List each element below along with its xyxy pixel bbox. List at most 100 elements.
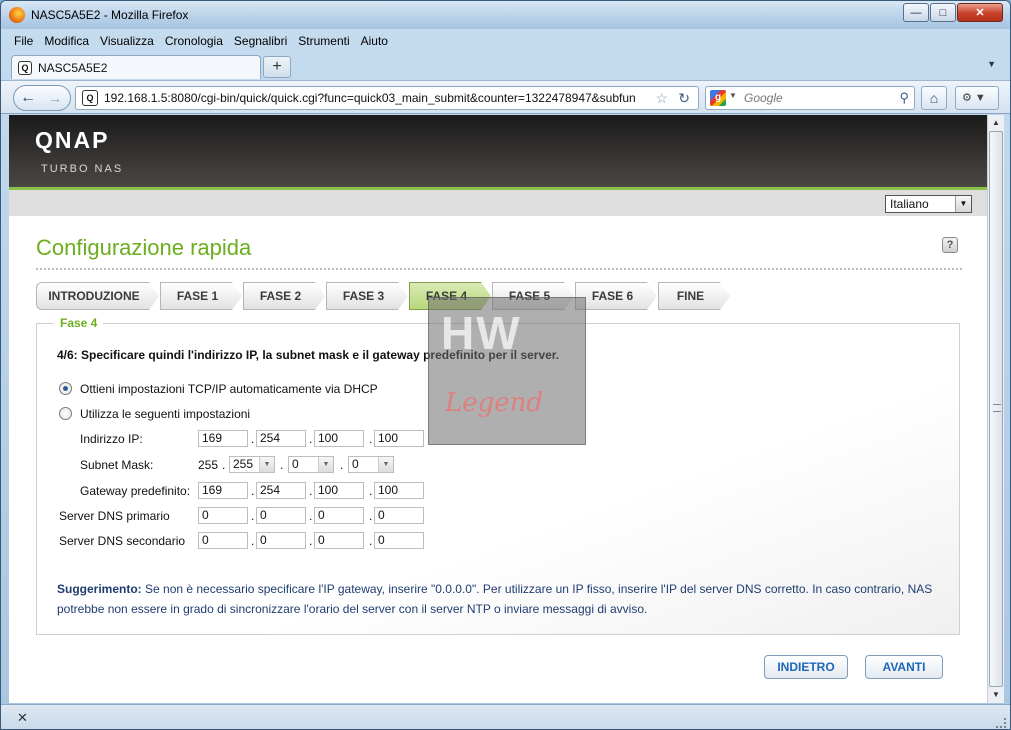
- radio-static-label[interactable]: Utilizza le seguenti impostazioni: [80, 407, 250, 421]
- forward-button[interactable]: →: [42, 90, 68, 106]
- reload-icon[interactable]: ↻: [678, 90, 690, 107]
- close-button[interactable]: ✕: [957, 3, 1003, 22]
- gateway-octet-1[interactable]: 169: [198, 482, 248, 499]
- dns-primary-octet-1[interactable]: 0: [198, 507, 248, 524]
- dns-secondary-octet-3[interactable]: 0: [314, 532, 364, 549]
- back-button-wizard[interactable]: INDIETRO: [764, 655, 848, 679]
- step-fase-3[interactable]: FASE 3: [326, 282, 408, 310]
- step-introduzione[interactable]: INTRODUZIONE: [36, 282, 159, 310]
- ip-octet-1[interactable]: 169: [198, 430, 248, 447]
- browser-window: NASC5A5E2 - Mozilla Firefox — □ ✕ File M…: [0, 0, 1011, 730]
- back-button[interactable]: ←: [14, 89, 42, 107]
- url-text[interactable]: 192.168.1.5:8080/cgi-bin/quick/quick.cgi…: [104, 91, 644, 105]
- step-label: FASE 6: [591, 289, 634, 303]
- navigation-bar: ← → Q 192.168.1.5:8080/cgi-bin/quick/qui…: [1, 80, 1010, 114]
- search-icon[interactable]: ⚲: [899, 90, 909, 106]
- minimize-button[interactable]: —: [903, 3, 929, 22]
- resize-grip-icon[interactable]: [996, 718, 1006, 728]
- site-identity-icon[interactable]: Q: [82, 90, 98, 106]
- grip-icon: [993, 404, 1001, 412]
- scroll-thumb[interactable]: [989, 131, 1003, 687]
- chevron-down-icon: ▼: [259, 457, 274, 472]
- chevron-down-icon[interactable]: ▼: [955, 196, 971, 212]
- dot-separator: .: [340, 458, 344, 472]
- ip-octet-3[interactable]: 100: [314, 430, 364, 447]
- dns-primary-octet-2[interactable]: 0: [256, 507, 306, 524]
- radio-static[interactable]: [59, 407, 72, 420]
- dot-separator: .: [280, 458, 284, 472]
- dns-primary-octet-4[interactable]: 0: [374, 507, 424, 524]
- watermark-top-text: HW: [441, 307, 522, 359]
- step-label: FINE: [676, 289, 705, 303]
- maximize-button[interactable]: □: [930, 3, 956, 22]
- forward-arrow-icon: →: [48, 90, 62, 106]
- home-button[interactable]: ⌂: [921, 86, 947, 110]
- back-arrow-icon: ←: [20, 89, 36, 106]
- gateway-label: Gateway predefinito:: [80, 484, 191, 498]
- search-bar[interactable]: g ▼ Google ⚲: [705, 86, 915, 110]
- mask-octet-4-value: 0: [352, 457, 359, 471]
- dns-primary-octet-3[interactable]: 0: [314, 507, 364, 524]
- wizard-steps: INTRODUZIONE FASE 1 FASE 2 FASE 3 FASE 4…: [36, 282, 731, 310]
- dns-secondary-octet-1[interactable]: 0: [198, 532, 248, 549]
- qnap-header: QNAP TURBO NAS: [9, 115, 987, 187]
- browser-tab[interactable]: Q NASC5A5E2: [11, 55, 261, 79]
- ip-octet-4[interactable]: 100: [374, 430, 424, 447]
- tab-list-arrow-icon[interactable]: ▼: [987, 59, 996, 69]
- scroll-down-icon[interactable]: ▼: [988, 687, 1004, 703]
- language-select[interactable]: Italiano ▼: [885, 195, 972, 213]
- help-icon[interactable]: ?: [942, 237, 958, 253]
- step-label: FASE 2: [259, 289, 302, 303]
- gateway-octet-4[interactable]: 100: [374, 482, 424, 499]
- step-fase-6[interactable]: FASE 6: [575, 282, 657, 310]
- search-engine-dropdown-icon[interactable]: ▼: [729, 91, 737, 100]
- close-icon[interactable]: ✕: [17, 710, 28, 726]
- menu-strumenti[interactable]: Strumenti: [293, 31, 355, 51]
- next-button[interactable]: AVANTI: [865, 655, 943, 679]
- minimize-icon: —: [910, 6, 922, 19]
- dns-secondary-octet-4[interactable]: 0: [374, 532, 424, 549]
- menu-cronologia[interactable]: Cronologia: [160, 31, 229, 51]
- scroll-up-icon[interactable]: ▲: [988, 115, 1004, 131]
- language-bar: Italiano ▼: [9, 190, 987, 216]
- step-fase-1[interactable]: FASE 1: [160, 282, 242, 310]
- gateway-octet-2[interactable]: 254: [256, 482, 306, 499]
- radio-dhcp-label[interactable]: Ottieni impostazioni TCP/IP automaticame…: [80, 382, 378, 396]
- close-icon: ✕: [975, 7, 985, 19]
- menu-visualizza[interactable]: Visualizza: [95, 31, 160, 51]
- mask-octet-4-select[interactable]: 0 ▼: [348, 456, 394, 473]
- step-fine[interactable]: FINE: [658, 282, 730, 310]
- tip-text: Suggerimento: Se non è necessario specif…: [57, 579, 937, 619]
- gateway-octet-3[interactable]: 100: [314, 482, 364, 499]
- tab-strip: Q NASC5A5E2 + ▼: [1, 53, 1010, 79]
- menu-aiuto[interactable]: Aiuto: [356, 31, 394, 51]
- status-bar: ✕: [1, 704, 1010, 729]
- bookmark-star-icon[interactable]: ☆: [655, 90, 668, 107]
- menu-modifica[interactable]: Modifica: [39, 31, 95, 51]
- ip-octet-2[interactable]: 254: [256, 430, 306, 447]
- addon-icon: ⚙ ▼: [962, 92, 986, 104]
- new-tab-button[interactable]: +: [263, 56, 291, 78]
- dot-separator: .: [369, 484, 373, 498]
- url-bar[interactable]: Q 192.168.1.5:8080/cgi-bin/quick/quick.c…: [75, 86, 699, 110]
- menu-segnalibri[interactable]: Segnalibri: [229, 31, 293, 51]
- vertical-scrollbar[interactable]: ▲ ▼: [987, 115, 1004, 703]
- dot-separator: .: [251, 509, 255, 523]
- mask-octet-3-select[interactable]: 0 ▼: [288, 456, 334, 473]
- dot-separator: .: [222, 458, 226, 472]
- firefox-icon: [9, 7, 25, 23]
- watermark-logo: HW Legend: [428, 297, 586, 445]
- home-icon: ⌂: [929, 90, 939, 106]
- tip-body: Se non è necessario specificare l'IP gat…: [57, 582, 933, 616]
- chevron-down-icon: ▼: [318, 457, 333, 472]
- menu-file[interactable]: File: [9, 31, 39, 51]
- step-fase-2[interactable]: FASE 2: [243, 282, 325, 310]
- dot-separator: .: [369, 432, 373, 446]
- page-viewport: QNAP TURBO NAS Italiano ▼ Configurazione…: [9, 115, 987, 703]
- dot-separator: .: [309, 432, 313, 446]
- google-icon[interactable]: g: [710, 90, 726, 106]
- mask-octet-2-select[interactable]: 255 ▼: [229, 456, 275, 473]
- addon-button[interactable]: ⚙ ▼: [955, 86, 999, 110]
- dns-secondary-octet-2[interactable]: 0: [256, 532, 306, 549]
- radio-dhcp[interactable]: [59, 382, 72, 395]
